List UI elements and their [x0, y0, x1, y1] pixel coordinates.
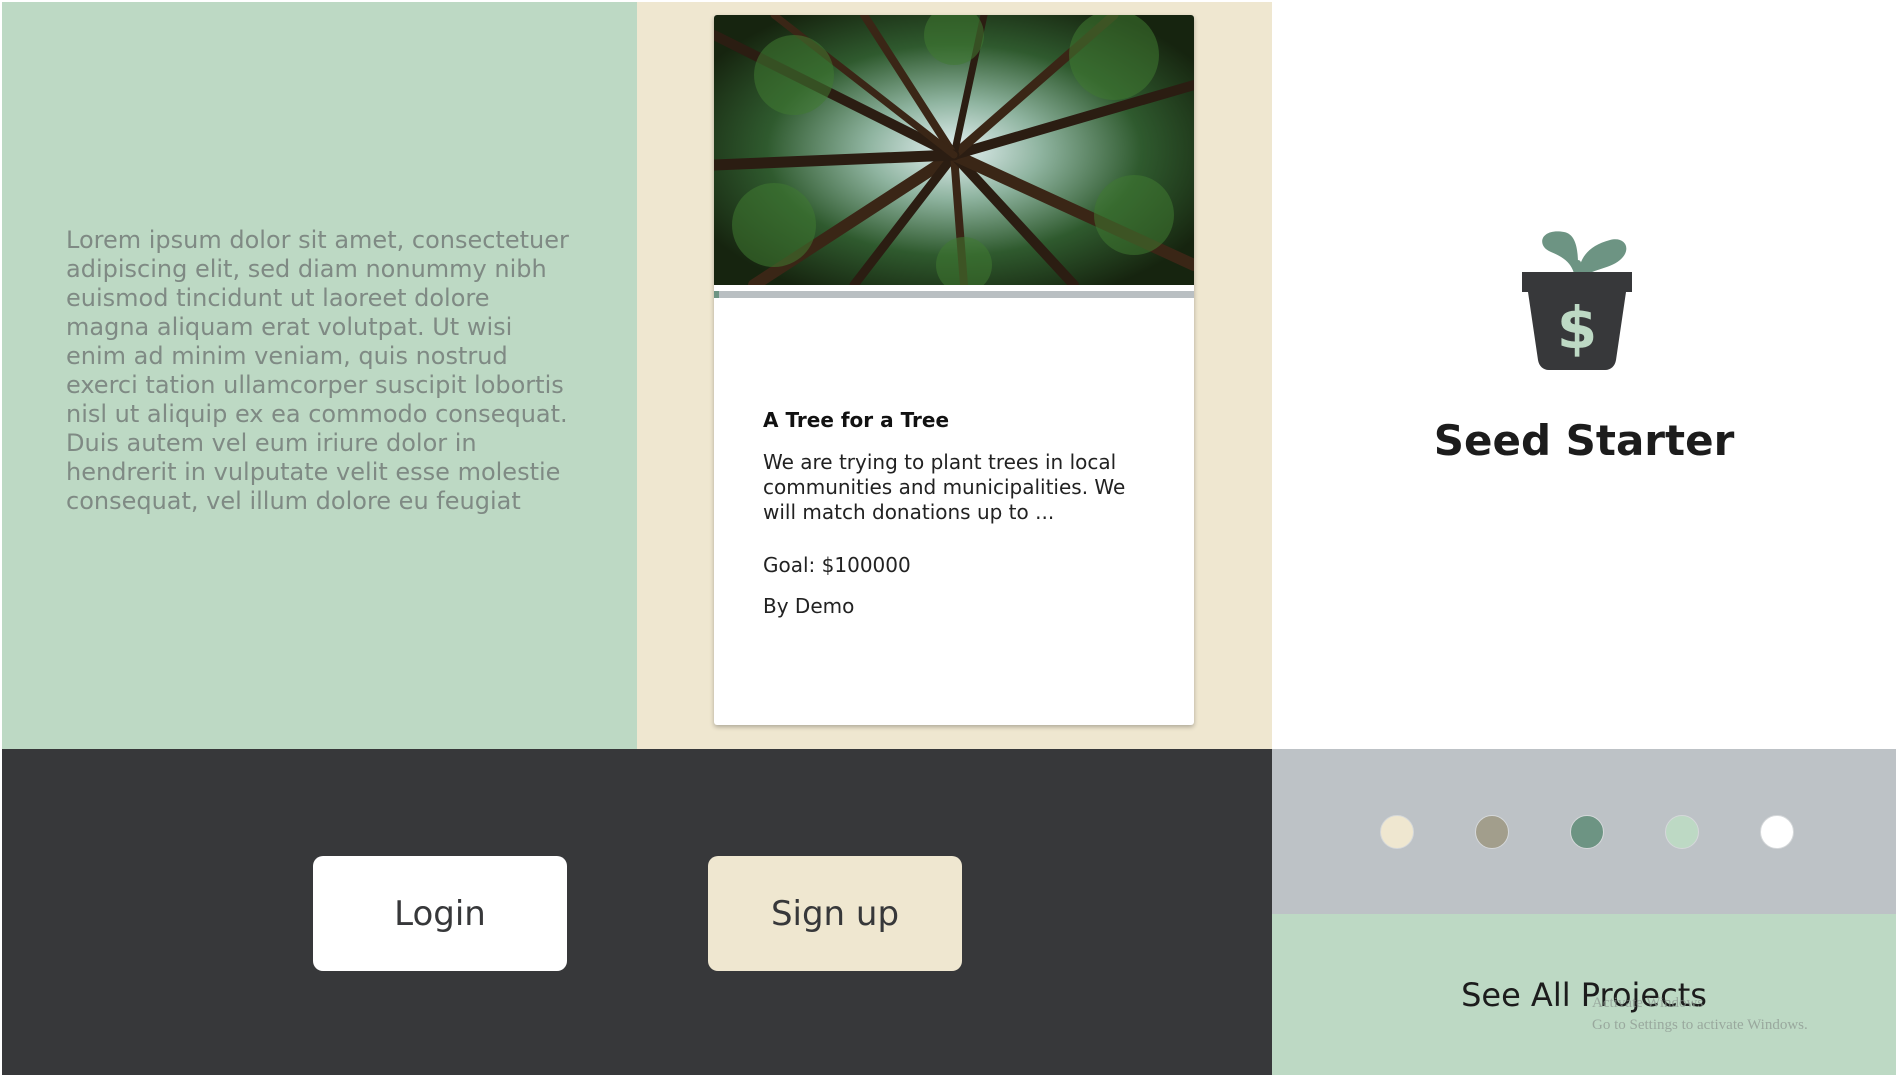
- project-author: By Demo: [763, 594, 855, 618]
- featured-project-panel: A Tree for a Tree We are trying to plant…: [637, 2, 1272, 749]
- color-swatch-panel: [1272, 749, 1896, 914]
- funding-progress-fill: [714, 291, 719, 298]
- brand-name: Seed Starter: [1433, 416, 1735, 465]
- swatch-dot[interactable]: [1475, 815, 1509, 849]
- login-button[interactable]: Login: [313, 856, 567, 971]
- watermark-line-1: Activate Windows: [1592, 995, 1704, 1011]
- intro-text: Lorem ipsum dolor sit amet, consectetuer…: [66, 226, 569, 515]
- auth-panel: Login Sign up: [2, 749, 1272, 1075]
- activate-windows-watermark: Activate Windows Go to Settings to activ…: [1592, 992, 1808, 1036]
- swatch-dot[interactable]: [1760, 815, 1794, 849]
- signup-button[interactable]: Sign up: [708, 856, 962, 971]
- projects-panel: See All Projects Activate Windows Go to …: [1272, 914, 1896, 1075]
- intro-panel: Lorem ipsum dolor sit amet, consectetuer…: [2, 2, 637, 749]
- project-title: A Tree for a Tree: [763, 408, 950, 432]
- brand-panel: $ Seed Starter: [1272, 2, 1896, 749]
- page: Lorem ipsum dolor sit amet, consectetuer…: [0, 0, 1896, 1075]
- svg-text:$: $: [1557, 294, 1597, 362]
- swatch-dot[interactable]: [1570, 815, 1604, 849]
- watermark-line-2: Go to Settings to activate Windows.: [1592, 1017, 1808, 1033]
- plant-pot-dollar-icon: $: [1522, 231, 1632, 370]
- project-goal: Goal: $100000: [763, 553, 911, 577]
- project-card[interactable]: A Tree for a Tree We are trying to plant…: [714, 15, 1194, 725]
- project-description: We are trying to plant trees in local co…: [763, 450, 1126, 524]
- swatch-dot[interactable]: [1665, 815, 1699, 849]
- forest-canopy-image: [714, 15, 1194, 285]
- swatch-dot[interactable]: [1380, 815, 1414, 849]
- funding-progress-bar: [714, 291, 1194, 298]
